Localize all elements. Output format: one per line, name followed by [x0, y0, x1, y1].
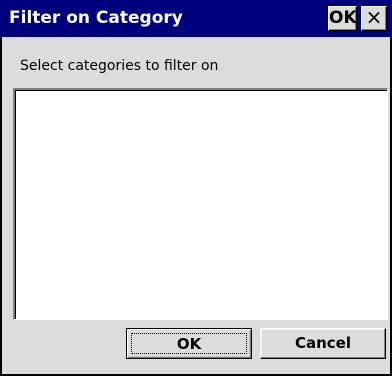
dialog-body: Select categories to filter on OK Cancel [0, 37, 392, 376]
category-listbox[interactable] [13, 88, 388, 320]
instruction-label: Select categories to filter on [20, 58, 219, 74]
title-bar: Filter on Category OK × [0, 0, 392, 37]
ok-button-label: OK [131, 333, 247, 354]
ok-button[interactable]: OK [126, 328, 252, 359]
cancel-button[interactable]: Cancel [260, 328, 386, 359]
close-icon[interactable]: × [361, 6, 387, 31]
filter-on-category-dialog: Filter on Category OK × Select categorie… [0, 0, 392, 376]
dialog-title: Filter on Category [9, 8, 183, 28]
titlebar-ok-button[interactable]: OK [328, 6, 357, 31]
